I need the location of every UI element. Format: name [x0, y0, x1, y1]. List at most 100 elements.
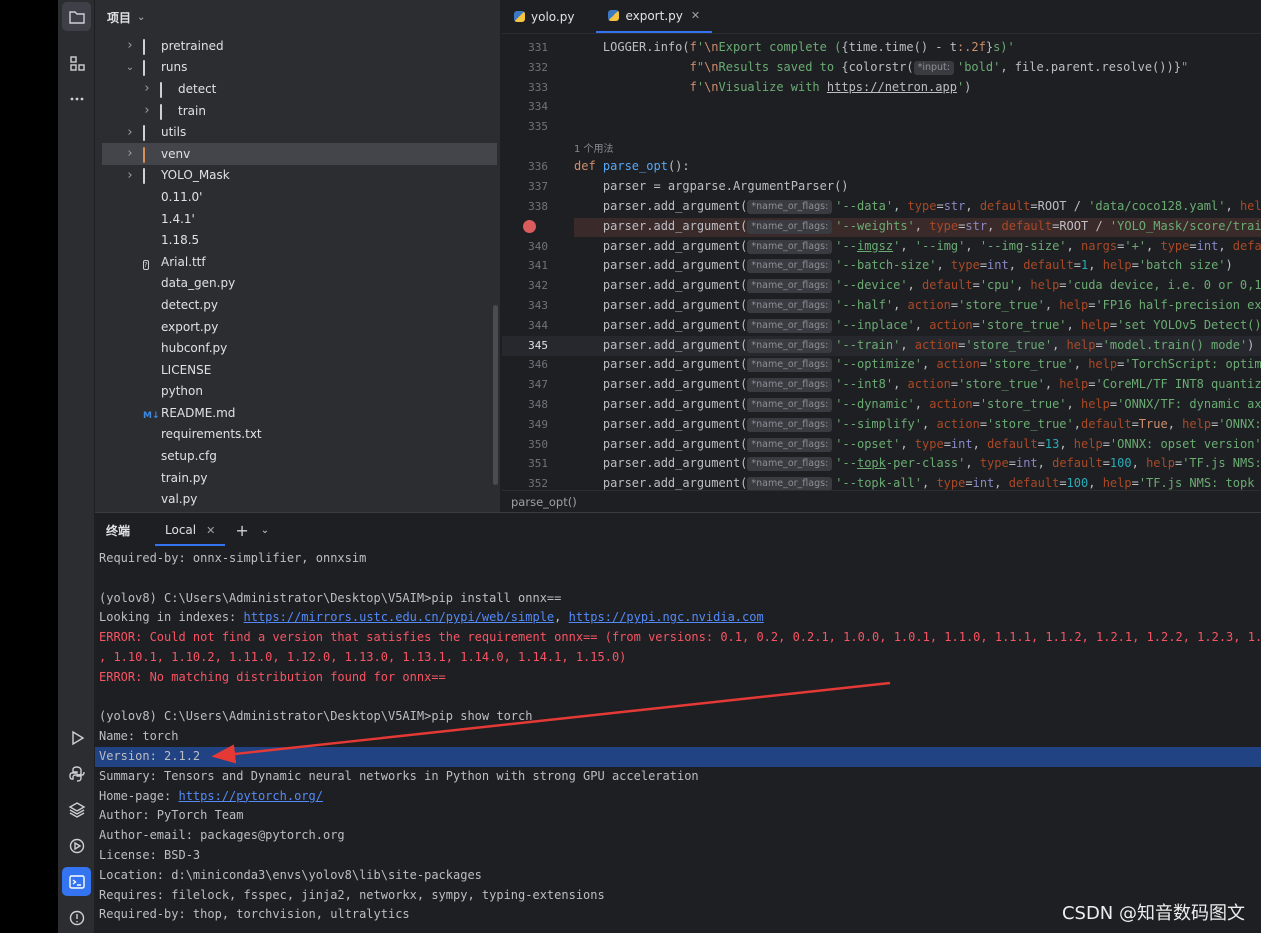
add-icon[interactable]: +	[235, 521, 248, 540]
python-file-icon	[143, 321, 157, 333]
code-line: parser.add_argument(*name_or_flags: '--de…	[574, 278, 1261, 294]
project-panel: 项目 ⌄ › pretrained ⌄ runs › detect › train › utils…	[95, 0, 501, 512]
tree-item-label: utils	[161, 125, 187, 140]
chevron-right-icon[interactable]: ›	[125, 168, 135, 183]
folder-icon	[160, 103, 174, 120]
run-icon[interactable]	[62, 723, 91, 752]
usage-hint[interactable]: 1 个用法	[574, 140, 614, 155]
code-line: parser.add_argument(*name_or_flags: '--dy…	[574, 396, 1261, 412]
terminal-line: Location: d:\miniconda3\envs\yolov8\lib\…	[99, 867, 482, 882]
tree-item[interactable]: 1.4.1'	[95, 208, 500, 230]
tree-item[interactable]: requirements.txt	[95, 424, 500, 446]
close-icon[interactable]: ✕	[691, 9, 700, 22]
tree-item[interactable]: detect.py	[95, 294, 500, 316]
folder-icon	[143, 146, 157, 163]
line-number-gutter[interactable]: 331 332 333 334 335 336 337 338 340 341 342 343 344 3…	[502, 35, 574, 490]
chevron-down-icon[interactable]: ⌄	[261, 525, 269, 536]
parameter-hint: *name_or_flags:	[747, 417, 833, 432]
parameter-hint: *name_or_flags:	[747, 477, 833, 492]
tree-item[interactable]: › train	[95, 100, 500, 122]
terminal-link[interactable]: https://pypi.ngc.nvidia.com	[569, 610, 764, 624]
tree-item[interactable]: M↓ README.md	[95, 402, 500, 424]
python-console-icon[interactable]	[62, 759, 91, 788]
layers-icon[interactable]	[62, 795, 91, 824]
tree-item-label: Arial.ttf	[161, 254, 206, 269]
tree-item[interactable]: LICENSE	[95, 359, 500, 381]
tree-item[interactable]: › YOLO_Mask	[95, 165, 500, 187]
line-number: 336	[528, 160, 548, 174]
parameter-hint: *name_or_flags:	[747, 457, 833, 472]
parameter-hint: *name_or_flags:	[747, 358, 833, 373]
line-number: 346	[528, 358, 548, 372]
tree-item-label: python	[161, 384, 203, 399]
parameter-hint: *name_or_flags:	[747, 259, 833, 274]
tab-yolo-py[interactable]: yolo.py	[502, 0, 586, 33]
tree-item[interactable]: train.py	[95, 467, 500, 489]
ide-window: 项目 ⌄ › pretrained ⌄ runs › detect › train › utils…	[0, 0, 1261, 933]
tree-item[interactable]: › venv	[102, 142, 497, 165]
chevron-right-icon[interactable]: ›	[125, 38, 135, 53]
tree-item[interactable]: 1.18.5	[95, 229, 500, 251]
parameter-hint: *name_or_flags:	[747, 219, 833, 234]
line-number: 345	[528, 338, 548, 352]
tree-item[interactable]: ⌄ runs	[95, 57, 500, 79]
terminal-line: (yolov8) C:\Users\Administrator\Desktop\…	[99, 709, 533, 724]
terminal-link[interactable]: https://pytorch.org/	[178, 789, 323, 803]
activity-bar	[58, 0, 95, 933]
tree-item[interactable]: › utils	[95, 121, 500, 143]
line-number: 351	[528, 457, 548, 471]
text-file-icon	[143, 428, 157, 440]
terminal-text: Looking in indexes:	[99, 610, 244, 625]
tree-item-label: pretrained	[161, 38, 224, 53]
problems-icon[interactable]	[62, 903, 91, 932]
code-line: parser.add_argument(*name_or_flags: '--in…	[574, 377, 1261, 393]
tab-local[interactable]: Local ✕	[155, 513, 226, 547]
project-tree: › pretrained ⌄ runs › detect › train › utils › venv…	[95, 35, 500, 510]
tree-item[interactable]: hubconf.py	[95, 337, 500, 359]
tree-item-label: YOLO_Mask	[161, 168, 230, 183]
tree-item[interactable]: › detect	[95, 78, 500, 100]
code-line: parser.add_argument(*name_or_flags: '--si…	[574, 416, 1261, 432]
tree-item[interactable]: › pretrained	[95, 35, 500, 57]
tree-item-label: venv	[161, 146, 191, 161]
close-icon[interactable]: ✕	[206, 524, 215, 537]
code-line: parser.add_argument(*name_or_flags: '--ba…	[574, 258, 1233, 274]
terminal-panel: 终端 Local ✕ + ⌄ Required-by: onnx-simplif…	[95, 512, 1261, 933]
tree-item[interactable]: ? Arial.ttf	[95, 251, 500, 273]
folder-icon[interactable]	[62, 2, 91, 31]
tree-item[interactable]: export.py	[95, 316, 500, 338]
tree-item-label: hubconf.py	[161, 341, 228, 356]
tree-item[interactable]: 0.11.0'	[95, 186, 500, 208]
parameter-hint: *name_or_flags:	[747, 318, 833, 333]
chevron-right-icon[interactable]: ›	[142, 103, 152, 118]
terminal-text: Home-page:	[99, 788, 179, 803]
chevron-right-icon[interactable]: ›	[125, 146, 135, 161]
project-scrollbar[interactable]	[493, 305, 498, 485]
code-line: parser.add_argument(*name_or_flags: '--tr…	[574, 337, 1255, 353]
services-icon[interactable]	[62, 831, 91, 860]
tree-item[interactable]: val.py	[95, 488, 500, 510]
breadcrumb[interactable]: parse_opt()	[502, 490, 1261, 512]
line-number-breakpoint	[502, 217, 548, 237]
chevron-right-icon[interactable]: ›	[125, 125, 135, 140]
tree-item[interactable]: data_gen.py	[95, 273, 500, 295]
tree-item[interactable]: setup.cfg	[95, 445, 500, 467]
chevron-down-icon[interactable]: ⌄	[125, 62, 135, 73]
chevron-down-icon: ⌄	[137, 11, 146, 23]
parameter-hint: *name_or_flags:	[747, 338, 833, 353]
tab-label: yolo.py	[531, 9, 575, 24]
code-line: parser.add_argument(*name_or_flags: '--in…	[574, 317, 1261, 333]
project-header[interactable]: 项目 ⌄	[95, 0, 500, 34]
chevron-right-icon[interactable]: ›	[142, 81, 152, 96]
structure-icon[interactable]	[62, 48, 91, 77]
terminal-text: ,	[554, 610, 569, 625]
more-icon[interactable]	[62, 84, 91, 113]
tree-item[interactable]: python	[95, 381, 500, 403]
tab-export-py[interactable]: export.py ✕	[596, 0, 713, 33]
code-area[interactable]: LOGGER.info(f'\nExport complete ({time.t…	[574, 35, 1261, 492]
tree-item-label: detect	[178, 81, 217, 96]
terminal-icon[interactable]	[62, 867, 91, 896]
terminal-link[interactable]: https://mirrors.ustc.edu.cn/pypi/web/sim…	[244, 610, 555, 624]
